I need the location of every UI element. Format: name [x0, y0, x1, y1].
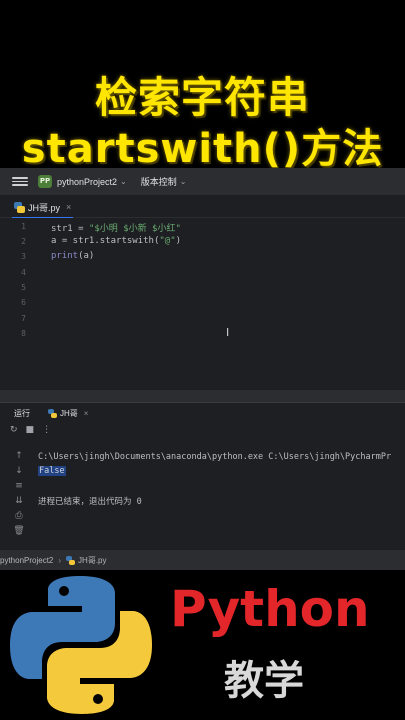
chevron-right-icon: › [58, 555, 62, 565]
stop-icon[interactable]: ■ [26, 425, 35, 435]
panel-divider[interactable] [0, 390, 405, 402]
code-line-3: print(a) [51, 251, 95, 261]
python-title: Python [170, 580, 370, 638]
more-options-icon[interactable]: ⋮ [42, 425, 51, 435]
run-header: 运行 JH哥 × [0, 403, 405, 423]
close-icon[interactable]: × [84, 409, 89, 418]
python-logo-icon [10, 576, 152, 714]
tab-label: JH哥.py [28, 202, 61, 213]
run-tab-label: JH哥 [60, 408, 78, 418]
line-number: 5 [21, 283, 26, 292]
project-selector[interactable]: pythonProject2 [57, 177, 117, 187]
code-line-2: a = str1.startswith("@") [51, 236, 182, 246]
line-number: 4 [21, 268, 26, 277]
breadcrumb-file[interactable]: JH哥.py [78, 555, 106, 566]
line-number: 1 [21, 222, 26, 231]
breadcrumb-project[interactable]: pythonProject2 [0, 556, 53, 565]
console-output: False [38, 466, 66, 476]
run-panel-label: 运行 [14, 408, 30, 418]
scroll-down-icon[interactable]: ↓ [12, 466, 26, 481]
print-icon[interactable]: ⎙ [12, 511, 26, 526]
line-gutter: 1 2 3 4 5 6 7 8 [0, 218, 34, 390]
line-number: 2 [21, 237, 26, 246]
teaching-label: 教学 [224, 658, 304, 704]
code-editor[interactable]: 1 2 3 4 5 6 7 8 str1 = "$小明 $小新 $小红" a =… [0, 218, 405, 390]
ide-window: PP pythonProject2 ⌄ 版本控制 ⌄ JH哥.py × 1 2 … [0, 168, 405, 570]
run-side-toolbar: ↑ ↓ ≡ ⇊ ⎙ 🗑 [12, 451, 26, 541]
chevron-down-icon[interactable]: ⌄ [180, 177, 187, 186]
overlay-title-line2: startswith()方法 [21, 126, 384, 172]
status-bar: pythonProject2 › JH哥.py [0, 550, 405, 570]
run-tab[interactable]: JH哥 × [48, 408, 88, 419]
line-number: 8 [21, 329, 26, 338]
chevron-down-icon[interactable]: ⌄ [120, 177, 127, 186]
python-file-icon [66, 555, 76, 565]
rerun-icon[interactable]: ↻ [10, 425, 18, 435]
line-number: 3 [21, 252, 26, 261]
run-toolbar: ↻ ■ ⋮ [10, 425, 51, 435]
title-overlay: 检索字符串 startswith()方法 [0, 0, 405, 172]
vcs-menu[interactable]: 版本控制 [141, 175, 177, 188]
project-badge: PP [38, 175, 52, 188]
bottom-banner: Python 教学 [0, 570, 405, 720]
python-file-icon [48, 408, 57, 418]
console-exit-message: 进程已结束，退出代码为 0 [38, 497, 142, 507]
line-number: 7 [21, 314, 26, 323]
code-line-1: str1 = "$小明 $小新 $小红" [51, 224, 181, 234]
text-cursor-icon: I [226, 326, 230, 339]
scroll-up-icon[interactable]: ↑ [12, 451, 26, 466]
scroll-to-end-icon[interactable]: ⇊ [12, 496, 26, 511]
hamburger-icon[interactable] [12, 177, 28, 186]
close-icon[interactable]: × [66, 202, 71, 212]
line-number: 6 [21, 298, 26, 307]
console-command: C:\Users\jingh\Documents\anaconda\python… [38, 452, 392, 462]
trash-icon[interactable]: 🗑 [12, 526, 26, 541]
run-panel: 运行 JH哥 × ↻ ■ ⋮ ↑ ↓ ≡ ⇊ ⎙ 🗑 C:\Users\jing… [0, 402, 405, 550]
soft-wrap-icon[interactable]: ≡ [12, 481, 26, 496]
editor-tabs: JH哥.py × [0, 196, 405, 219]
tab-jh-py[interactable]: JH哥.py × [11, 196, 74, 219]
python-file-icon [14, 201, 25, 213]
main-toolbar: PP pythonProject2 ⌄ 版本控制 ⌄ [0, 168, 405, 196]
